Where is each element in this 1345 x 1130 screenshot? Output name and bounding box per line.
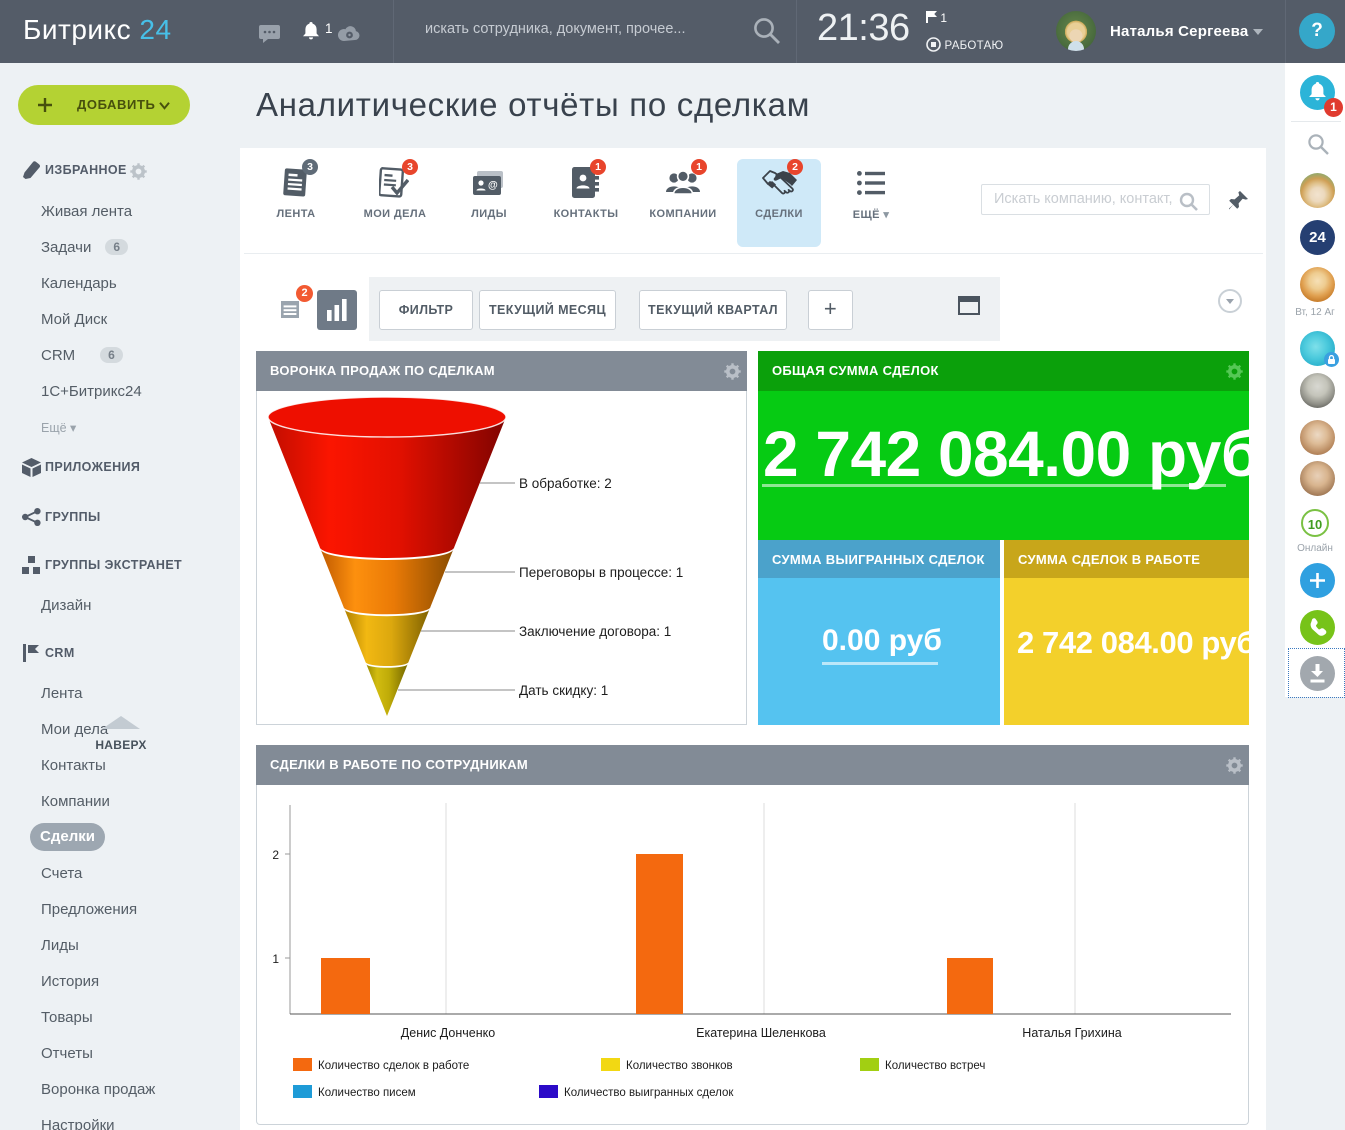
svg-text:Количество звонков: Количество звонков — [626, 1060, 733, 1072]
svg-text:Количество выигранных сделок: Количество выигранных сделок — [564, 1087, 734, 1099]
svg-text:1: 1 — [272, 952, 279, 966]
svg-text:Переговоры в процессе: 1: Переговоры в процессе: 1 — [519, 565, 683, 580]
svg-text:Количество встреч: Количество встреч — [885, 1060, 985, 1072]
svg-text:@: @ — [488, 180, 498, 191]
svg-text:Денис Донченко: Денис Донченко — [401, 1026, 495, 1040]
svg-text:Дать скидку: 1: Дать скидку: 1 — [519, 683, 608, 698]
svg-text:2: 2 — [272, 848, 279, 862]
svg-text:Наталья Грихина: Наталья Грихина — [1022, 1026, 1121, 1040]
svg-text:Заключение договора: 1: Заключение договора: 1 — [519, 624, 671, 639]
svg-text:Екатерина Шеленкова: Екатерина Шеленкова — [696, 1026, 826, 1040]
svg-text:Количество сделок в работе: Количество сделок в работе — [318, 1060, 469, 1072]
svg-text:В обработке: 2: В обработке: 2 — [519, 476, 612, 491]
svg-text:Количество писем: Количество писем — [318, 1087, 416, 1099]
